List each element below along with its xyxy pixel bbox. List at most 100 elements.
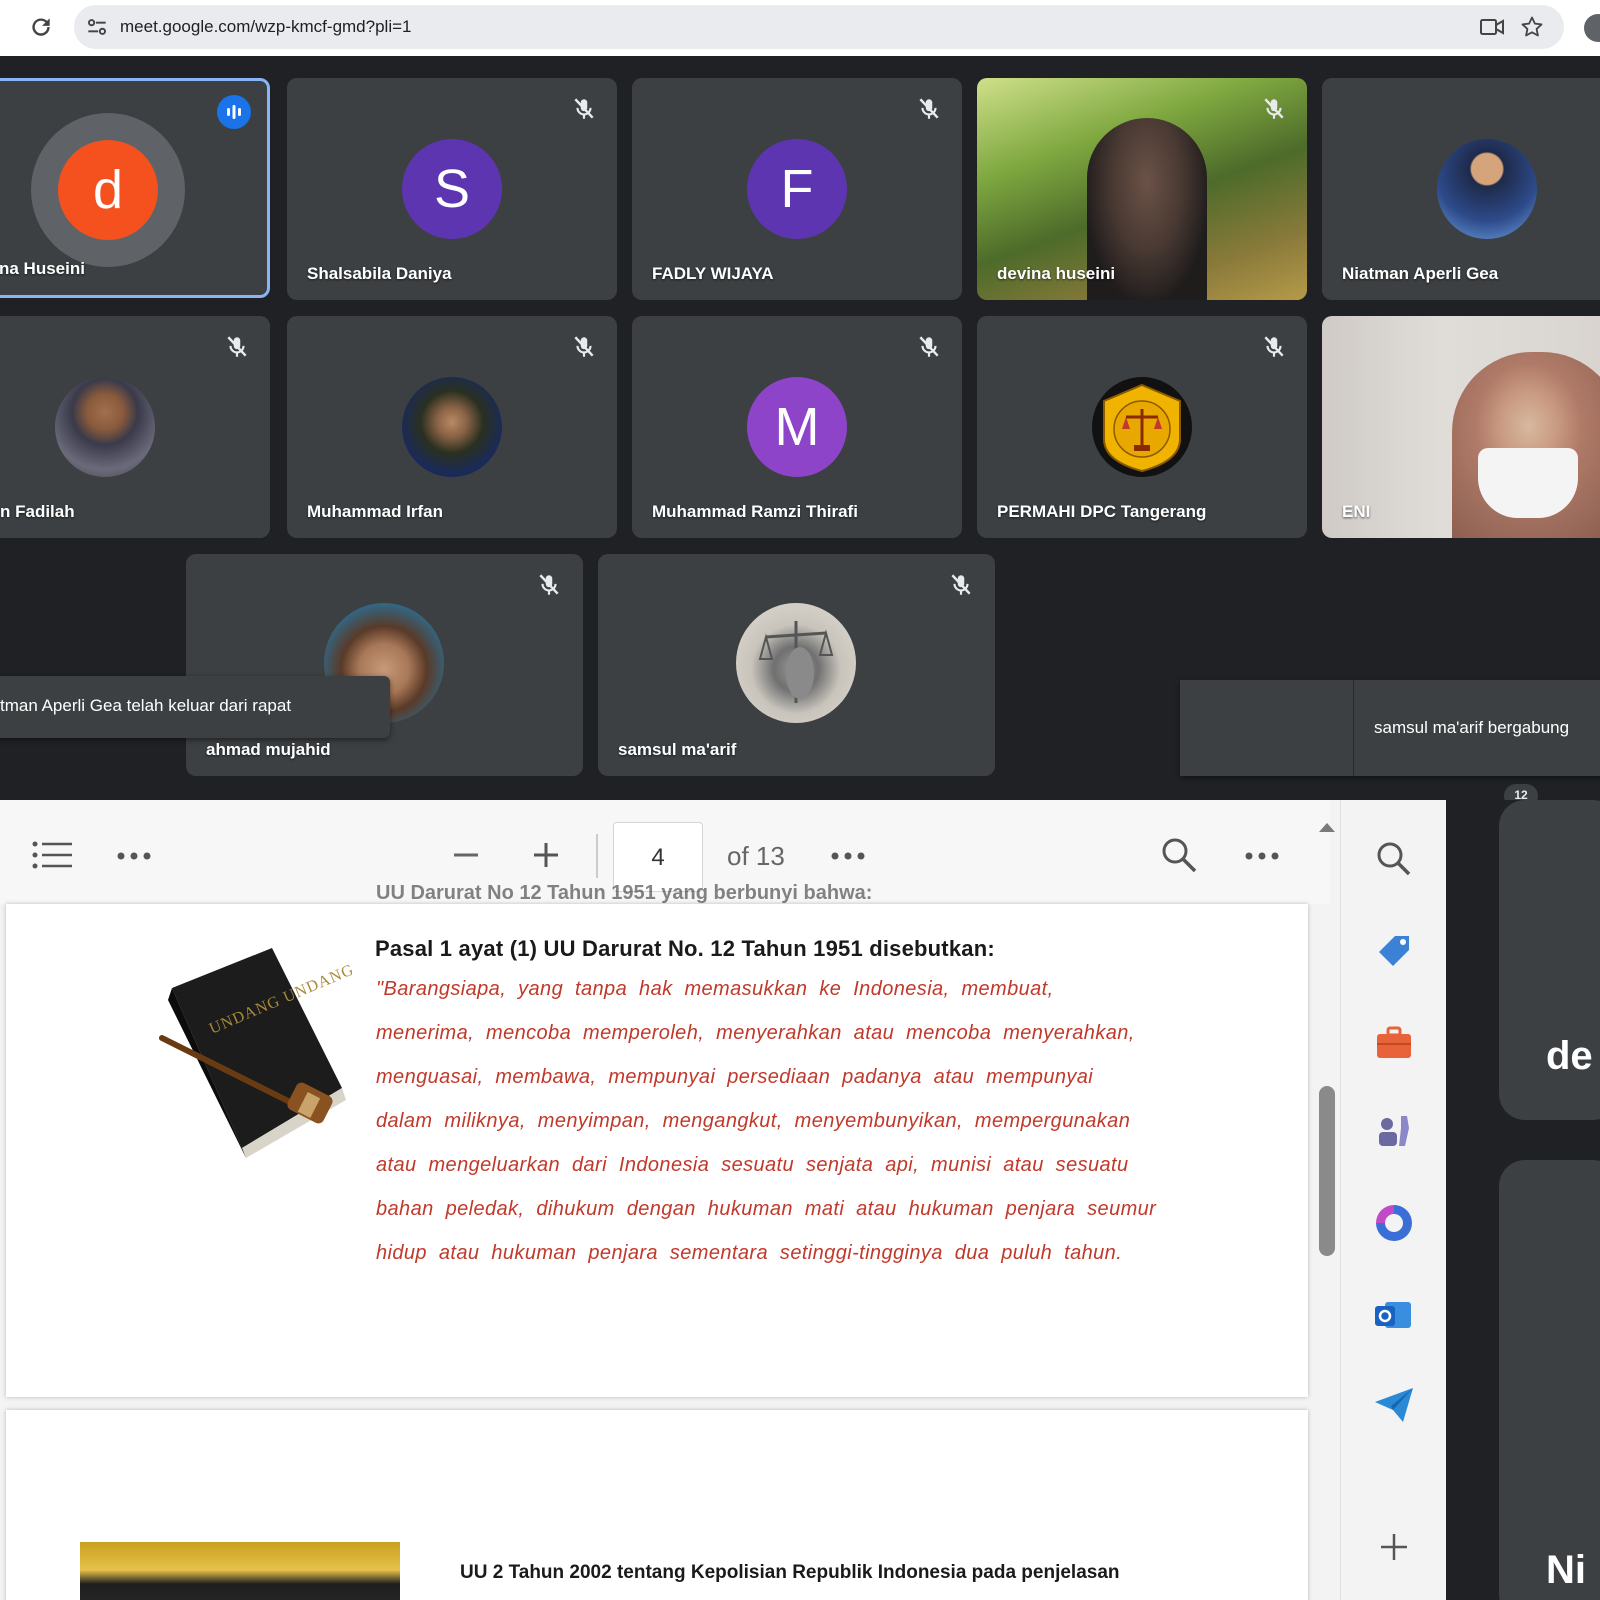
quote-line: menguasai, membawa, mempunyai persediaan… (376, 1066, 1094, 1088)
section-heading: UU 2 Tahun 2002 tentang Kepolisian Repub… (460, 1562, 1120, 1583)
participant-tile[interactable]: Niatman Aperli Gea (1322, 78, 1600, 300)
participant-name: devina huseini (997, 264, 1116, 283)
notification-text: tman Aperli Gea telah keluar dari rapat (0, 696, 292, 715)
reload-icon[interactable] (28, 14, 54, 40)
participant-tile[interactable]: Muhammad Irfan (287, 316, 617, 538)
mic-off-icon (951, 574, 971, 595)
mic-off-icon (574, 98, 594, 119)
zoom-out-icon[interactable] (452, 841, 480, 869)
participant-tile[interactable]: F FADLY WIJAYA (632, 78, 962, 300)
search-icon[interactable] (1160, 836, 1198, 874)
participant-name: FADLY WIJAYA (652, 264, 774, 283)
participant-name: Shalsabila Daniya (307, 264, 452, 283)
pdf-viewer: 4 of 13 UU Darurat No 12 Tahun 1951 yang… (0, 800, 1446, 1600)
avatar: d (58, 140, 158, 240)
page-total: of 13 (727, 841, 785, 871)
toolbar-divider (596, 834, 598, 878)
tools-briefcase-icon[interactable] (1371, 1020, 1417, 1066)
add-icon[interactable] (1371, 1524, 1417, 1570)
browser-toolbar: meet.google.com/wzp-kmcf-gmd?pli=1 (0, 0, 1600, 56)
quote-line: menerima, mencoba memperoleh, menyerahka… (376, 1022, 1135, 1044)
url-text: meet.google.com/wzp-kmcf-gmd?pli=1 (120, 17, 412, 36)
participant-name: na Huseini (0, 259, 85, 278)
participant-tile[interactable]: ahmad mujahid (186, 554, 583, 776)
zoom-in-icon[interactable] (532, 841, 560, 869)
left-meeting-notification: tman Aperli Gea telah keluar dari rapat (0, 676, 390, 738)
quote-line: bahan peledak, dihukum dengan hukuman ma… (376, 1198, 1157, 1220)
participant-name: Niatman Aperli Gea (1342, 264, 1499, 283)
more-options-icon[interactable] (830, 850, 866, 862)
quote-line: atau mengeluarkan dari Indonesia sesuatu… (376, 1154, 1129, 1176)
participant-count: 12 (1514, 788, 1528, 800)
telegram-send-icon[interactable] (1371, 1382, 1417, 1428)
mic-off-icon (574, 336, 594, 357)
quote-line: "Barangsiapa, yang tanpa hak memasukkan … (376, 978, 1054, 1000)
profile-avatar[interactable] (1584, 14, 1600, 42)
participant-tile[interactable]: S Shalsabila Daniya (287, 78, 617, 300)
avatar-photo (736, 603, 856, 723)
table-of-contents-icon[interactable] (32, 840, 74, 870)
mic-off-icon (919, 98, 939, 119)
scroll-up-icon[interactable] (1317, 820, 1337, 834)
notification-text: samsul ma'arif bergabung (1374, 718, 1570, 737)
participant-tile[interactable]: M Muhammad Ramzi Thirafi (632, 316, 962, 538)
participant-name: Ni (1546, 1548, 1586, 1592)
camera-icon[interactable] (1480, 16, 1504, 38)
participant-tile[interactable]: d na Huseini (0, 78, 270, 298)
mic-off-icon (539, 574, 559, 595)
notification-avatar-placeholder (1180, 680, 1354, 776)
outlook-icon[interactable] (1371, 1292, 1417, 1338)
site-info-icon[interactable] (84, 14, 110, 40)
participant-name: PERMAHI DPC Tangerang (997, 502, 1207, 521)
participant-tile[interactable]: n Fadilah (0, 316, 270, 538)
participant-tile[interactable]: PERMAHI DPC Tangerang (977, 316, 1307, 538)
participant-tile-video[interactable]: ENI (1322, 316, 1600, 538)
mic-off-icon (227, 336, 247, 357)
pdf-page: UU Darurat No 12 Tahun 1951 yang berbuny… (6, 882, 1308, 1397)
search-icon[interactable] (1371, 836, 1417, 882)
participant-count-badge: 12 (1504, 784, 1538, 800)
avatar: S (402, 139, 502, 239)
avatar-photo (402, 377, 502, 477)
shopping-tag-icon[interactable] (1371, 928, 1417, 974)
meet-side-strip (1446, 800, 1600, 1600)
microsoft-365-icon[interactable] (1371, 1200, 1417, 1246)
participant-tile-video[interactable]: devina huseini (977, 78, 1307, 300)
current-page: 4 (651, 844, 665, 871)
organization-logo (1092, 377, 1192, 477)
avatar: F (747, 139, 847, 239)
quote-line: dalam miliknya, menyimpan, mengangkut, m… (376, 1110, 1131, 1132)
scrollbar-thumb[interactable] (1319, 1086, 1335, 1256)
pdf-page: UU 2 Tahun 2002 tentang Kepolisian Repub… (6, 1410, 1308, 1600)
mic-off-icon (1264, 336, 1284, 357)
participant-name: n Fadilah (0, 502, 75, 521)
participant-tile[interactable] (1499, 1160, 1600, 1600)
participant-tile[interactable]: samsul ma'arif (598, 554, 995, 776)
section-heading: Pasal 1 ayat (1) UU Darurat No. 12 Tahun… (375, 936, 995, 961)
meet-grid: d na Huseini S Shalsabila Daniya F FADLY… (0, 56, 1600, 800)
mic-off-icon (1264, 98, 1284, 119)
face-mask (1478, 448, 1578, 518)
address-bar[interactable]: meet.google.com/wzp-kmcf-gmd?pli=1 (74, 5, 1564, 49)
browser-sidebar (1340, 800, 1446, 1600)
screen: meet.google.com/wzp-kmcf-gmd?pli=1 d na … (0, 0, 1600, 1600)
games-icon[interactable] (1371, 1108, 1417, 1154)
avatar-photo (55, 377, 155, 477)
participant-name: de (1546, 1034, 1593, 1078)
participant-name: samsul ma'arif (618, 740, 737, 759)
quote-line: hidup atau hukuman penjara sementara set… (376, 1242, 1123, 1264)
avatar: M (747, 377, 847, 477)
participant-name: Muhammad Irfan (307, 502, 444, 521)
document-cover-image (80, 1542, 400, 1600)
top-cut-text: UU Darurat No 12 Tahun 1951 yang berbuny… (376, 882, 873, 904)
participant-name: ENI (1342, 502, 1371, 521)
more-options-icon[interactable] (1244, 850, 1280, 862)
more-options-icon[interactable] (116, 850, 152, 862)
star-icon[interactable] (1520, 15, 1544, 39)
mic-off-icon (919, 336, 939, 357)
participant-name: Muhammad Ramzi Thirafi (652, 502, 858, 521)
participant-name: ahmad mujahid (206, 740, 331, 759)
joined-meeting-notification: samsul ma'arif bergabung (1180, 680, 1600, 776)
avatar-photo (1437, 139, 1537, 239)
speaking-indicator-icon (217, 95, 251, 129)
